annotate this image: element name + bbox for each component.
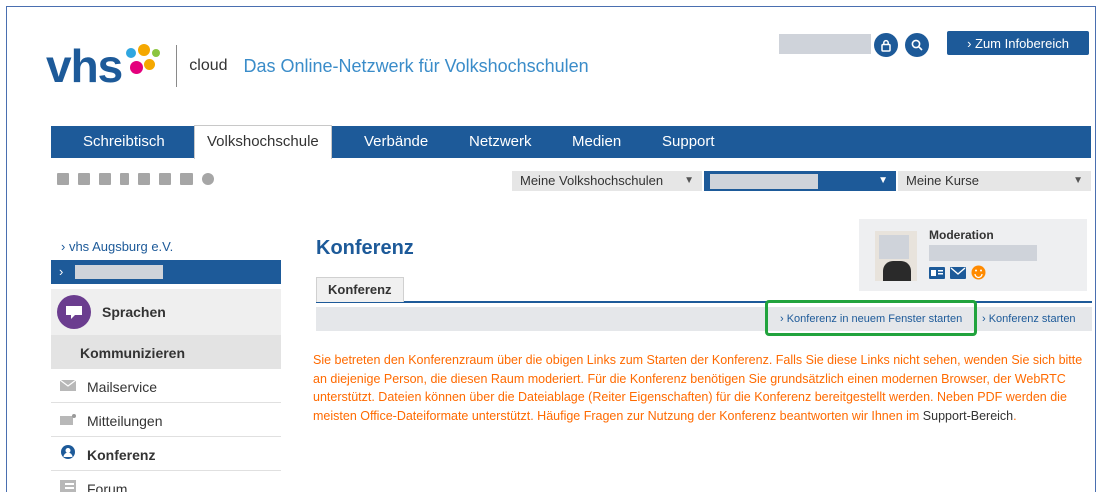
toolbar [57, 173, 214, 185]
print-icon[interactable] [180, 173, 193, 185]
sidebar-item-label: Forum [87, 481, 128, 492]
sidebar-item-forum[interactable]: Forum [51, 471, 281, 492]
nav-support[interactable]: Support [662, 126, 715, 158]
conference-info-text: Sie betreten den Konferenzraum über die … [313, 351, 1083, 425]
chevron-down-icon: ▼ [1073, 175, 1083, 186]
mail-icon [60, 380, 76, 391]
vhs-logo[interactable]: vhs cloud Das Online-Netzwerk für Volksh… [46, 43, 589, 89]
sidebar-active-marker: › [59, 264, 64, 279]
tab-konferenz[interactable]: Konferenz [316, 277, 404, 302]
speech-bubble-icon [57, 295, 91, 329]
sidebar-section-label: Kommunizieren [80, 345, 186, 361]
nav-volkshochschule[interactable]: Volkshochschule [194, 125, 332, 159]
bookmark-icon[interactable] [120, 173, 129, 185]
info-area-button[interactable]: › Zum Infobereich [947, 31, 1089, 55]
highlight-box [765, 300, 977, 336]
select-my-courses[interactable]: Meine Kurse ▼ [898, 171, 1091, 191]
tab-bar: Konferenz [316, 277, 1092, 303]
logo-dots-icon [124, 44, 161, 80]
page-frame: vhs cloud Das Online-Netzwerk für Volksh… [6, 6, 1096, 492]
select-value-redacted [710, 174, 818, 189]
moderation-title: Moderation [929, 228, 994, 242]
help-icon[interactable] [202, 173, 214, 185]
sidebar-active-item[interactable]: › [51, 260, 281, 284]
start-conference-link[interactable]: › Konferenz starten [982, 307, 1076, 331]
cloud-label: cloud [189, 57, 228, 74]
forum-icon [60, 480, 76, 492]
conference-icon [61, 445, 75, 459]
logo-wordmark: vhs [46, 40, 123, 92]
info-text-end: . [1013, 408, 1017, 423]
sidebar-item-label: Mailservice [87, 379, 158, 395]
export-icon[interactable] [138, 173, 150, 185]
main-nav: Schreibtisch Volkshochschule Verbände Ne… [51, 125, 1091, 159]
select-my-vhs-value: Meine Volkshochschulen [520, 173, 664, 188]
user-name-redacted [779, 34, 871, 54]
message-icon [60, 414, 76, 425]
select-my-courses-value: Meine Kurse [906, 173, 979, 188]
search-icon[interactable] [905, 33, 929, 57]
select-my-vhs[interactable]: Meine Volkshochschulen ▼ [512, 171, 702, 191]
page-title: Konferenz [316, 237, 414, 259]
list-icon[interactable] [78, 173, 90, 185]
logo-separator [176, 45, 178, 87]
nav-verbaende[interactable]: Verbände [364, 126, 428, 158]
avatar [875, 231, 917, 281]
nav-medien[interactable]: Medien [572, 126, 621, 158]
sidebar-item-label: Mitteilungen [87, 413, 163, 429]
lock-icon[interactable] [874, 33, 898, 57]
sidebar-group: Sprachen Kommunizieren Mailservice Mitte… [51, 289, 281, 492]
sidebar-section-heading: Kommunizieren [51, 335, 281, 369]
tree-icon[interactable] [57, 173, 69, 185]
moderator-name-redacted [929, 245, 1037, 261]
nav-netzwerk[interactable]: Netzwerk [469, 126, 532, 158]
select-vhs-redacted[interactable]: ▼ [704, 171, 896, 191]
chevron-down-icon: ▼ [684, 175, 694, 186]
sidebar-parent-link[interactable]: › vhs Augsburg e.V. [61, 239, 173, 254]
hierarchy-icon[interactable] [99, 173, 111, 185]
tagline: Das Online-Netzwerk für Volkshochschulen [243, 55, 589, 76]
sidebar-group-label: Sprachen [102, 304, 166, 320]
pdf-icon[interactable] [159, 173, 171, 185]
nav-schreibtisch[interactable]: Schreibtisch [83, 126, 165, 158]
sidebar-item-mitteilungen[interactable]: Mitteilungen [51, 403, 281, 437]
support-area-link[interactable]: Support-Bereich [923, 409, 1013, 423]
chevron-down-icon: ▼ [878, 175, 888, 186]
sidebar-group-header[interactable]: Sprachen [51, 289, 281, 335]
sidebar-item-konferenz[interactable]: Konferenz [51, 437, 281, 471]
sidebar-item-mailservice[interactable]: Mailservice [51, 369, 281, 403]
sidebar-item-label: Konferenz [87, 447, 156, 463]
sidebar-active-redacted [75, 265, 163, 279]
